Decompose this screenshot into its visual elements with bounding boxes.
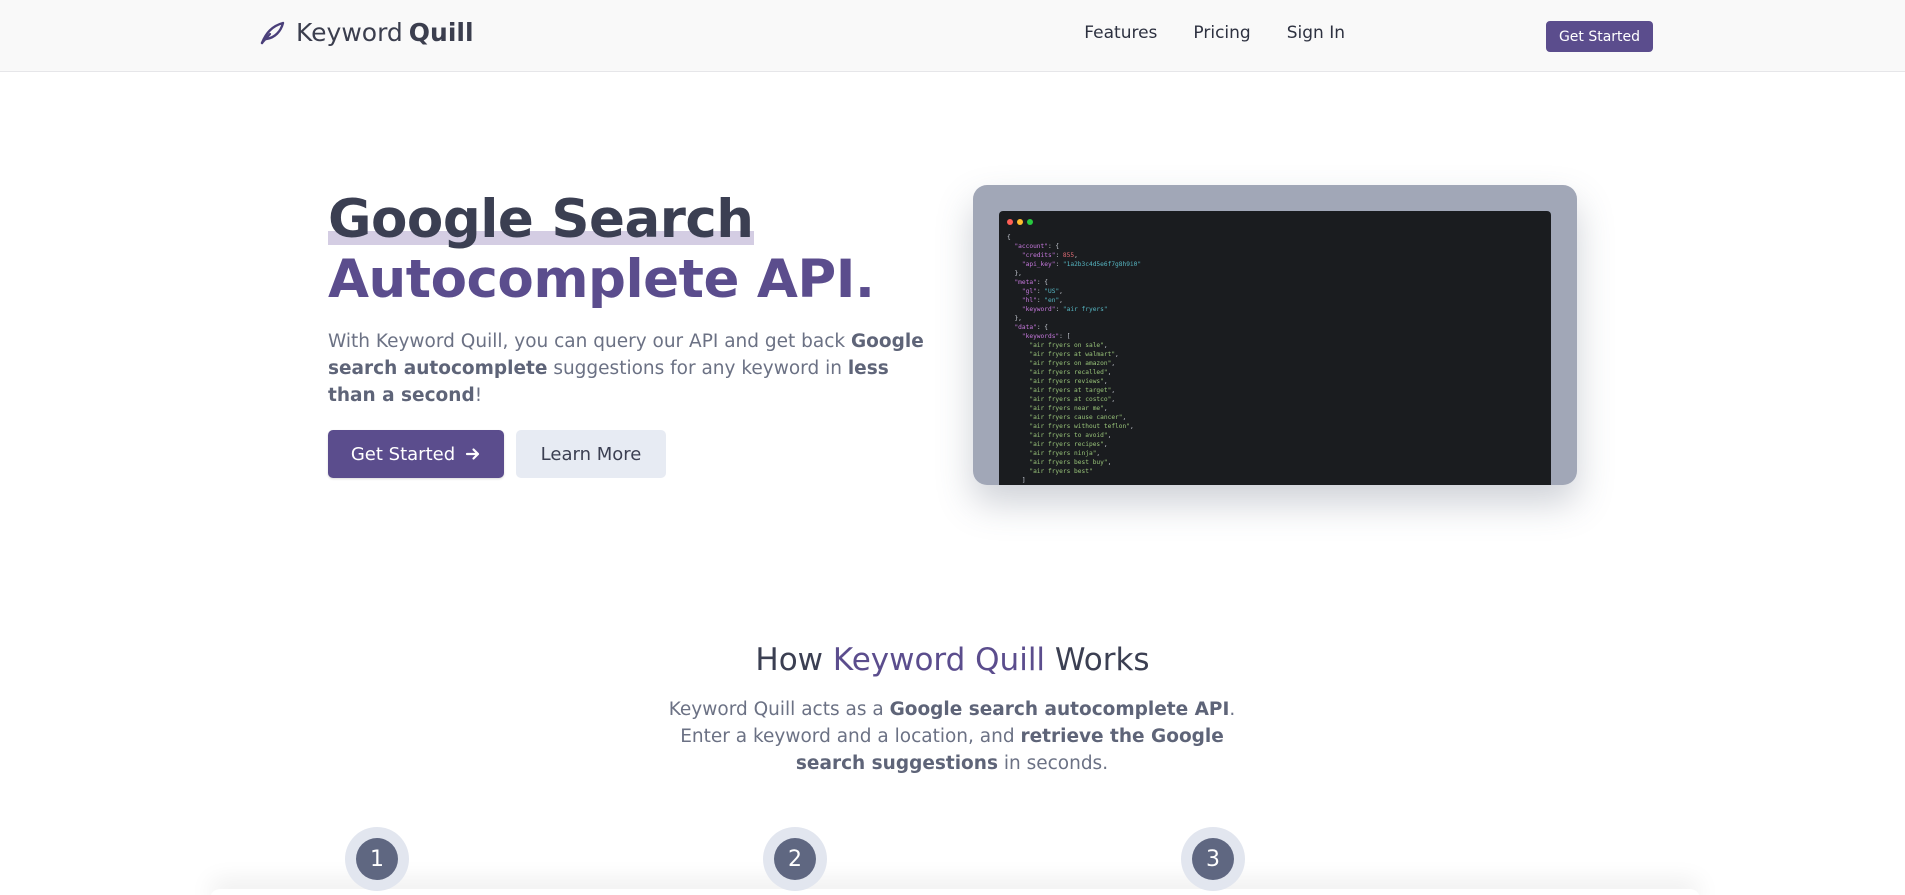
code-line: "air fryers without teflon", <box>1029 423 1134 430</box>
how-title-accent: Keyword Quill <box>832 642 1046 678</box>
code-line: { <box>1007 234 1011 241</box>
code-line: "gl": "US", <box>1021 288 1063 295</box>
code-line: "air fryers at target", <box>1029 387 1116 394</box>
code-line: "api_key": "1a2b3c4d5e6f7g8h9i0" <box>1021 261 1142 268</box>
how-desc-bold-1: Google search autocomplete API <box>889 699 1230 720</box>
how-title-pre: How <box>755 642 833 678</box>
code-line: "air fryers recipes", <box>1029 441 1108 448</box>
code-line: "air fryers ninja", <box>1029 450 1101 457</box>
code-window: { "account": { "credits": 855, "api_key"… <box>999 211 1551 485</box>
hero-desc-text-3: ! <box>474 385 483 406</box>
hero-title-line1: Google Search <box>328 189 754 250</box>
quill-icon <box>260 21 285 44</box>
hero-description: With Keyword Quill, you can query our AP… <box>328 328 928 409</box>
nav-link-pricing[interactable]: Pricing <box>1193 23 1250 43</box>
how-desc-text-1: Keyword Quill acts as a <box>668 699 890 720</box>
hero-desc-text-2: suggestions for any keyword in <box>547 358 848 379</box>
code-line: "air fryers best" <box>1029 468 1093 475</box>
code-line: "air fryers cause cancer", <box>1029 414 1127 421</box>
code-line: "air fryers to avoid", <box>1029 432 1112 439</box>
nav-links: Features Pricing Sign In <box>1084 23 1345 43</box>
how-title-post: Works <box>1045 642 1150 678</box>
step-badge-2: 2 <box>763 827 827 891</box>
step-number-3: 3 <box>1192 838 1234 880</box>
hero-title-line2: Autocomplete API. <box>328 249 875 310</box>
code-line: "keyword": "air fryers" <box>1021 306 1108 313</box>
how-it-works-description: Keyword Quill acts as a Google search au… <box>652 696 1252 777</box>
code-sample: { "account": { "credits": 855, "api_key"… <box>1007 233 1141 485</box>
hero-get-started-button[interactable]: Get Started <box>328 430 504 478</box>
code-line: "air fryers at costco", <box>1029 396 1116 403</box>
code-line: "air fryers reviews", <box>1029 378 1108 385</box>
minimize-dot-icon <box>1017 219 1023 225</box>
nav-link-sign-in[interactable]: Sign In <box>1287 23 1345 43</box>
code-line: "air fryers on sale", <box>1029 342 1108 349</box>
code-line: }, <box>1007 315 1022 322</box>
code-line: "air fryers recalled", <box>1029 369 1112 376</box>
code-line: "data": { <box>1014 324 1048 331</box>
code-line: "air fryers on amazon", <box>1029 360 1116 367</box>
window-controls <box>1007 219 1033 225</box>
code-line: "hl": "en", <box>1021 297 1063 304</box>
code-line: "account": { <box>1014 243 1060 250</box>
how-it-works-title: How Keyword Quill Works <box>0 642 1905 678</box>
nav-link-features[interactable]: Features <box>1084 23 1157 43</box>
hero-title: Google Search Autocomplete API. <box>328 190 875 310</box>
how-desc-text-3: in seconds. <box>997 753 1109 774</box>
code-line: "keywords": [ <box>1021 333 1071 340</box>
step-number-1: 1 <box>356 838 398 880</box>
brand-name-bold: Quill <box>408 18 474 47</box>
code-line: ] <box>1007 477 1026 484</box>
hero-learn-more-button[interactable]: Learn More <box>516 430 666 478</box>
code-line: }, <box>1007 270 1022 277</box>
code-line: "air fryers best buy", <box>1029 459 1112 466</box>
step-badge-3: 3 <box>1181 827 1245 891</box>
code-line: "air fryers near me", <box>1029 405 1108 412</box>
brand-logo[interactable]: Keyword Quill <box>258 18 474 47</box>
code-line: "credits": 855, <box>1021 252 1078 259</box>
hero-desc-text-1: With Keyword Quill, you can query our AP… <box>328 331 851 352</box>
hero-get-started-label: Get Started <box>350 443 456 465</box>
maximize-dot-icon <box>1027 219 1033 225</box>
step-badge-1: 1 <box>345 827 409 891</box>
close-dot-icon <box>1007 219 1013 225</box>
navbar: Keyword Quill Features Pricing Sign In Ge… <box>0 0 1905 72</box>
arrow-right-icon <box>466 448 480 460</box>
step-number-2: 2 <box>774 838 816 880</box>
code-line: "air fryers at walmart", <box>1029 351 1119 358</box>
code-line: "meta": { <box>1014 279 1048 286</box>
code-preview-frame: { "account": { "credits": 855, "api_key"… <box>973 185 1577 485</box>
brand-name-regular: Keyword <box>296 18 403 47</box>
steps-card <box>210 889 1700 895</box>
nav-get-started-button[interactable]: Get Started <box>1546 21 1653 52</box>
